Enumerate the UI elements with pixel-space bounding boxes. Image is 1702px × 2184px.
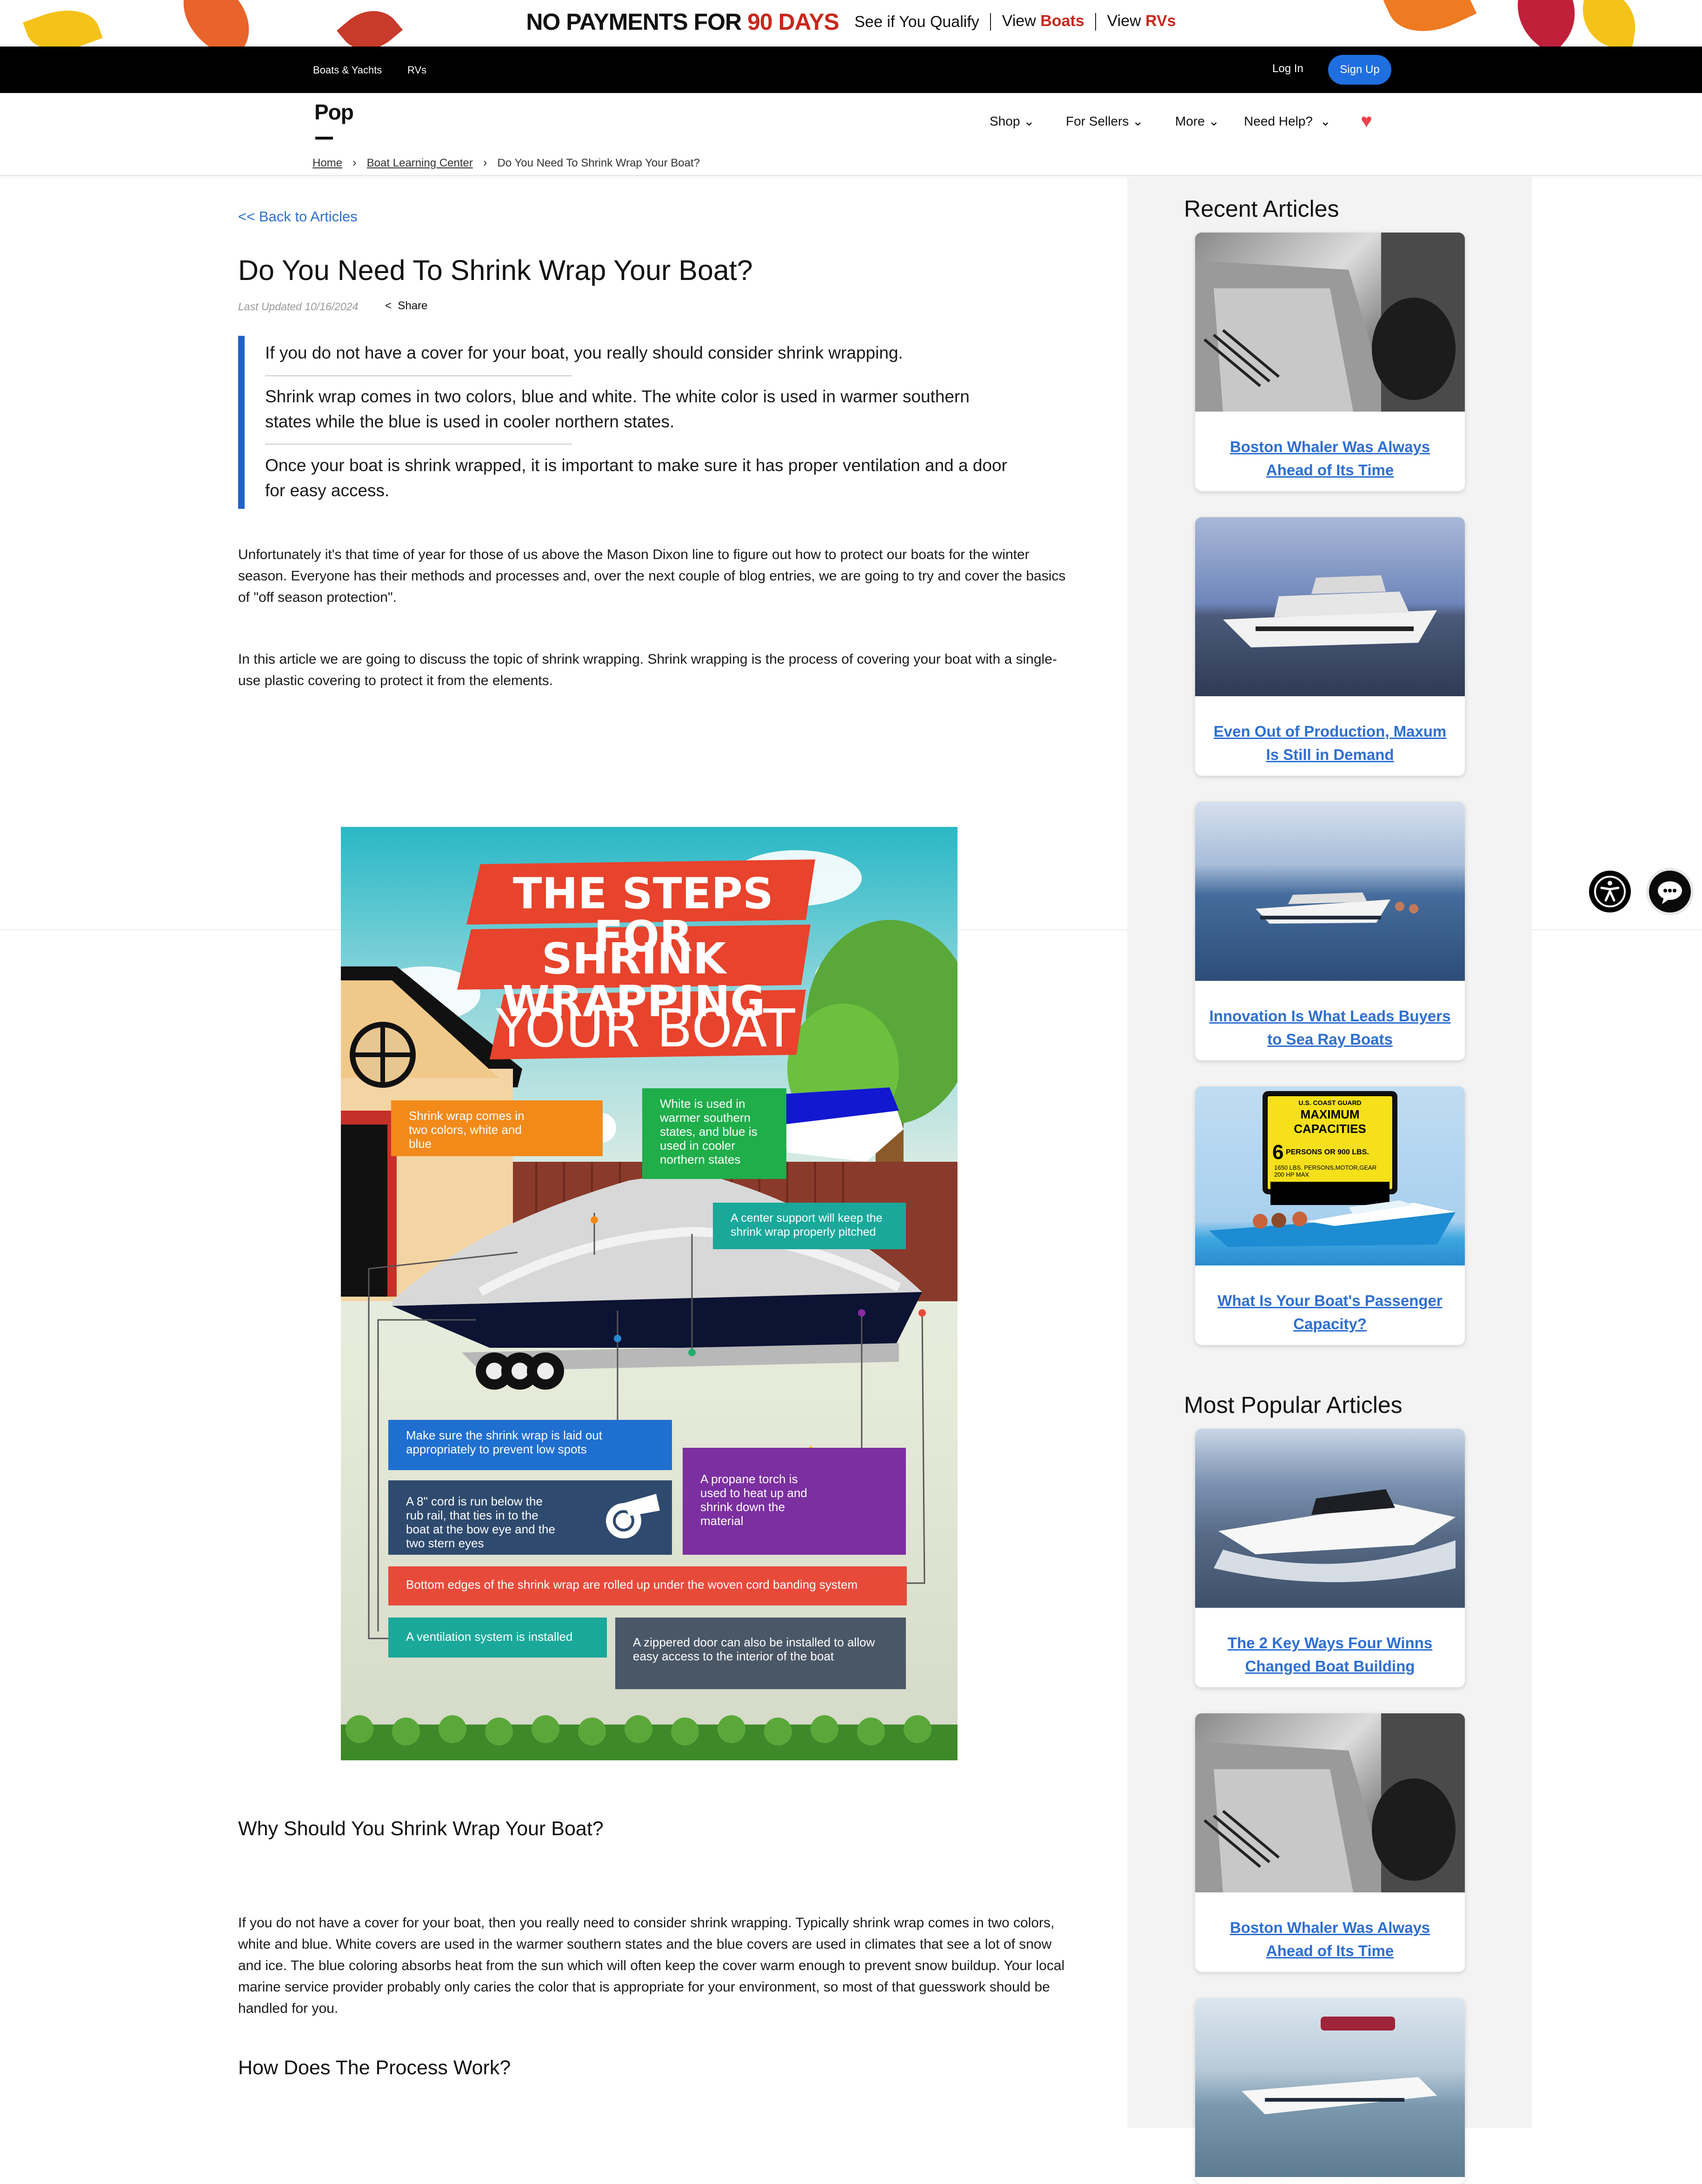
info-box: A propane torch is used to heat up and s… <box>683 1448 906 1555</box>
breadcrumb-current: Do You Need To Shrink Wrap Your Boat? <box>497 157 700 169</box>
article-card[interactable]: The 2 Key Ways Four Winns Changed Boat B… <box>1195 1429 1465 1687</box>
article-thumbnail: U.S. COAST GUARD MAXIMUM CAPACITIES 6 PE… <box>1195 1086 1465 1265</box>
shrink-wrap-infographic: THE STEPS FOR SHRINK WRAPPING YOUR BOAT … <box>341 827 957 1760</box>
key-point: Once your boat is shrink wrapped, it is … <box>265 456 1007 500</box>
article-title: Do You Need To Shrink Wrap Your Boat? <box>238 254 753 286</box>
article-card[interactable]: Even Out of Production, Maxum Is Still i… <box>1195 517 1465 776</box>
nav-more[interactable]: More ⌄ <box>1175 113 1219 129</box>
info-box: White is used in warmer southern states,… <box>642 1088 786 1179</box>
breadcrumb-home[interactable]: Home <box>312 157 342 169</box>
top-bar: Boats & Yachts RVs Log In Sign Up <box>0 47 1702 93</box>
promo-content: NO PAYMENTS FOR 90 DAYS See if You Quali… <box>0 8 1702 35</box>
rolled-cord-icon <box>606 1494 660 1538</box>
chevron-down-icon: ⌄ <box>1320 114 1331 128</box>
share-button[interactable]: < Share <box>385 300 427 313</box>
chevron-right-icon: › <box>483 155 487 169</box>
view-boats-link[interactable]: View Boats <box>1002 12 1084 30</box>
article-card-title[interactable]: What Is Your Boat's Passenger Capacity? <box>1209 1289 1451 1336</box>
back-to-articles-link[interactable]: << Back to Articles <box>238 208 358 225</box>
info-box: A center support will keep the shrink wr… <box>713 1203 906 1249</box>
section-heading: How Does The Process Work? <box>238 2057 511 2079</box>
article-thumbnail <box>1195 1429 1465 1608</box>
accessibility-icon <box>1594 876 1626 907</box>
article-card-title[interactable]: Boston Whaler Was Always Ahead of Its Ti… <box>1209 1916 1451 1963</box>
article-card-title[interactable]: Innovation Is What Leads Buyers to Sea R… <box>1209 1005 1451 1051</box>
section-heading: Why Should You Shrink Wrap Your Boat? <box>238 1818 604 1840</box>
info-box: A ventilation system is installed <box>388 1618 607 1658</box>
article-thumbnail <box>1195 233 1465 412</box>
info-box: Make sure the shrink wrap is laid out ap… <box>388 1420 672 1470</box>
nav-shop[interactable]: Shop ⌄ <box>990 113 1035 129</box>
key-point: Shrink wrap comes in two colors, blue an… <box>265 387 970 431</box>
nav-for-sellers[interactable]: For Sellers ⌄ <box>1066 113 1144 129</box>
chat-button[interactable] <box>1649 871 1691 912</box>
article-thumbnail <box>1195 1998 1465 2177</box>
promo-bar: NO PAYMENTS FOR 90 DAYS See if You Quali… <box>0 0 1702 47</box>
promo-headline: NO PAYMENTS FOR 90 DAYS <box>526 9 839 35</box>
breadcrumb-learning-center[interactable]: Boat Learning Center <box>367 157 473 169</box>
share-icon: < <box>385 300 392 312</box>
main-nav: Pop Shop ⌄ For Sellers ⌄ More ⌄ Need Hel… <box>0 93 1702 176</box>
article-card[interactable]: U.S. COAST GUARD MAXIMUM CAPACITIES 6 PE… <box>1195 1086 1465 1345</box>
last-updated: Last Updated 10/16/2024 <box>238 300 359 313</box>
key-point: If you do not have a cover for your boat… <box>265 343 903 362</box>
article-card[interactable]: Boston Whaler Was Always Ahead of Its Ti… <box>1195 1713 1465 1972</box>
body-paragraph: If you do not have a cover for your boat… <box>238 1915 1065 2016</box>
info-box: Shrink wrap comes in two colors, white a… <box>391 1100 603 1156</box>
article-card[interactable] <box>1195 1998 1465 2184</box>
article-card-title[interactable]: Boston Whaler Was Always Ahead of Its Ti… <box>1209 435 1451 482</box>
intro-paragraph: In this article we are going to discuss … <box>238 652 1057 688</box>
popular-articles-heading: Most Popular Articles <box>1184 1392 1403 1418</box>
breadcrumb: Home › Boat Learning Center › Do You Need To… <box>312 155 700 170</box>
login-link[interactable]: Log In <box>1272 62 1303 75</box>
chevron-down-icon: ⌄ <box>1024 114 1035 128</box>
boats-yachts-link[interactable]: Boats & Yachts <box>313 64 382 76</box>
infographic-banner: YOUR BOAT <box>496 999 795 1059</box>
logo-underline <box>315 137 333 140</box>
accessibility-button[interactable] <box>1589 871 1631 912</box>
info-box: Bottom edges of the shrink wrap are roll… <box>388 1566 907 1605</box>
article-thumbnail <box>1195 802 1465 981</box>
article-card[interactable]: Boston Whaler Was Always Ahead of Its Ti… <box>1195 233 1465 491</box>
signup-button[interactable]: Sign Up <box>1328 55 1391 85</box>
favorites-heart-icon[interactable]: ♥ <box>1361 110 1372 132</box>
article-card-title[interactable]: The 2 Key Ways Four Winns Changed Boat B… <box>1209 1631 1451 1678</box>
info-box: A zippered door can also be installed to… <box>615 1618 906 1689</box>
rvs-link[interactable]: RVs <box>407 64 426 76</box>
qualify-link[interactable]: See if You Qualify <box>854 13 979 31</box>
nav-need-help[interactable]: Need Help? ⌄ <box>1244 113 1331 129</box>
chat-icon <box>1658 881 1682 904</box>
chevron-down-icon: ⌄ <box>1132 114 1144 128</box>
key-points-block: If you do not have a cover for your boat… <box>238 336 1024 509</box>
site-logo[interactable]: Pop <box>314 100 354 125</box>
article-card[interactable]: Innovation Is What Leads Buyers to Sea R… <box>1195 802 1465 1060</box>
divider <box>265 375 572 376</box>
chevron-down-icon: ⌄ <box>1208 114 1220 128</box>
article-thumbnail <box>1195 517 1465 696</box>
chevron-right-icon: › <box>352 155 357 169</box>
intro-paragraph: Unfortunately it's that time of year for… <box>238 547 1066 605</box>
divider <box>265 444 572 445</box>
view-rvs-link[interactable]: View RVs <box>1107 12 1176 30</box>
article-thumbnail <box>1195 1713 1465 1892</box>
article-card-title[interactable]: Even Out of Production, Maxum Is Still i… <box>1209 720 1451 766</box>
recent-articles-heading: Recent Articles <box>1184 196 1339 222</box>
